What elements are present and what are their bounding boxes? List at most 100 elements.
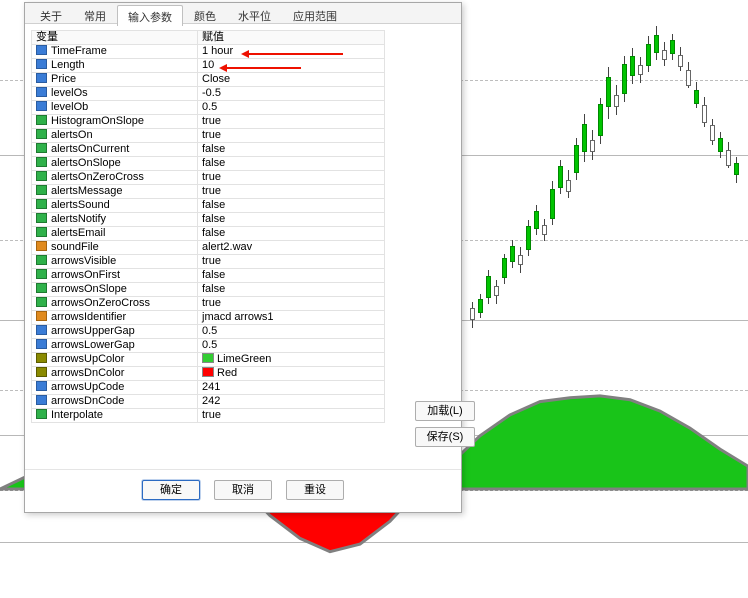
param-value[interactable]: true <box>198 129 385 143</box>
ok-button[interactable]: 确定 <box>142 480 200 500</box>
type-icon <box>36 283 47 293</box>
table-row[interactable]: Length10 <box>32 59 385 73</box>
tab-common[interactable]: 常用 <box>73 4 117 25</box>
type-icon <box>36 59 47 69</box>
type-icon <box>36 115 47 125</box>
param-value[interactable]: 242 <box>198 395 385 409</box>
table-row[interactable]: alertsOntrue <box>32 129 385 143</box>
param-value[interactable]: false <box>198 213 385 227</box>
param-value[interactable]: false <box>198 227 385 241</box>
param-value[interactable]: true <box>198 171 385 185</box>
save-button[interactable]: 保存(S) <box>415 427 475 447</box>
tab-bar: 关于 常用 输入参数 颜色 水平位 应用范围 <box>25 3 461 24</box>
param-value[interactable]: alert2.wav <box>198 241 385 255</box>
param-value[interactable]: 0.5 <box>198 339 385 353</box>
tab-colors[interactable]: 颜色 <box>183 4 227 25</box>
indicator-properties-dialog: 关于 常用 输入参数 颜色 水平位 应用范围 变量 赋值 TimeFrame1 … <box>24 2 462 513</box>
table-row[interactable]: alertsSoundfalse <box>32 199 385 213</box>
tab-inputs[interactable]: 输入参数 <box>117 5 183 26</box>
param-value[interactable]: false <box>198 283 385 297</box>
param-name: arrowsDnColor <box>32 367 198 381</box>
tab-levels[interactable]: 水平位 <box>227 4 282 25</box>
type-icon <box>36 171 47 181</box>
param-name: alertsEmail <box>32 227 198 241</box>
param-value[interactable]: false <box>198 199 385 213</box>
param-value[interactable]: true <box>198 297 385 311</box>
param-value[interactable]: LimeGreen <box>198 353 385 367</box>
table-row[interactable]: PriceClose <box>32 73 385 87</box>
param-value[interactable]: Close <box>198 73 385 87</box>
param-name: soundFile <box>32 241 198 255</box>
table-row[interactable]: soundFilealert2.wav <box>32 241 385 255</box>
table-row[interactable]: arrowsVisibletrue <box>32 255 385 269</box>
param-value[interactable]: 0.5 <box>198 325 385 339</box>
param-value[interactable]: true <box>198 255 385 269</box>
param-name: Price <box>32 73 198 87</box>
table-row[interactable]: arrowsOnSlopefalse <box>32 283 385 297</box>
table-row[interactable]: arrowsOnFirstfalse <box>32 269 385 283</box>
table-row[interactable]: arrowsOnZeroCrosstrue <box>32 297 385 311</box>
table-row[interactable]: arrowsDnCode242 <box>32 395 385 409</box>
param-value[interactable]: true <box>198 115 385 129</box>
reset-button[interactable]: 重设 <box>286 480 344 500</box>
type-icon <box>36 269 47 279</box>
tab-scope[interactable]: 应用范围 <box>282 4 348 25</box>
param-name: arrowsUpColor <box>32 353 198 367</box>
param-name: arrowsLowerGap <box>32 339 198 353</box>
table-row[interactable]: arrowsDnColorRed <box>32 367 385 381</box>
param-value[interactable]: 1 hour <box>198 45 385 59</box>
type-icon <box>36 241 47 251</box>
table-row[interactable]: HistogramOnSlopetrue <box>32 115 385 129</box>
param-name: arrowsUpperGap <box>32 325 198 339</box>
param-value[interactable]: false <box>198 269 385 283</box>
table-row[interactable]: alertsOnSlopefalse <box>32 157 385 171</box>
annotation-arrow <box>221 67 301 69</box>
param-name: TimeFrame <box>32 45 198 59</box>
col-value[interactable]: 赋值 <box>198 31 385 45</box>
param-value[interactable]: -0.5 <box>198 87 385 101</box>
cancel-button[interactable]: 取消 <box>214 480 272 500</box>
table-row[interactable]: alertsOnZeroCrosstrue <box>32 171 385 185</box>
param-value[interactable]: Red <box>198 367 385 381</box>
type-icon <box>36 213 47 223</box>
param-value[interactable]: true <box>198 185 385 199</box>
param-value[interactable]: jmacd arrows1 <box>198 311 385 325</box>
type-icon <box>36 73 47 83</box>
parameters-grid[interactable]: 变量 赋值 TimeFrame1 hourLength10PriceClosel… <box>31 30 385 423</box>
type-icon <box>36 381 47 391</box>
param-value[interactable]: true <box>198 409 385 423</box>
param-name: arrowsOnSlope <box>32 283 198 297</box>
table-row[interactable]: alertsOnCurrentfalse <box>32 143 385 157</box>
type-icon <box>36 255 47 265</box>
load-button[interactable]: 加载(L) <box>415 401 475 421</box>
table-row[interactable]: TimeFrame1 hour <box>32 45 385 59</box>
param-value[interactable]: 241 <box>198 381 385 395</box>
table-row[interactable]: arrowsUpperGap0.5 <box>32 325 385 339</box>
tab-about[interactable]: 关于 <box>29 4 73 25</box>
table-row[interactable]: alertsMessagetrue <box>32 185 385 199</box>
type-icon <box>36 227 47 237</box>
param-name: arrowsOnZeroCross <box>32 297 198 311</box>
table-row[interactable]: alertsEmailfalse <box>32 227 385 241</box>
type-icon <box>36 157 47 167</box>
table-row[interactable]: arrowsUpColorLimeGreen <box>32 353 385 367</box>
table-row[interactable]: arrowsIdentifierjmacd arrows1 <box>32 311 385 325</box>
type-icon <box>36 297 47 307</box>
type-icon <box>36 87 47 97</box>
table-row[interactable]: arrowsUpCode241 <box>32 381 385 395</box>
color-swatch <box>202 367 214 377</box>
table-row[interactable]: Interpolatetrue <box>32 409 385 423</box>
col-name[interactable]: 变量 <box>32 31 198 45</box>
table-row[interactable]: arrowsLowerGap0.5 <box>32 339 385 353</box>
table-row[interactable]: levelOs-0.5 <box>32 87 385 101</box>
param-value[interactable]: false <box>198 143 385 157</box>
param-name: alertsOnSlope <box>32 157 198 171</box>
param-name: Interpolate <box>32 409 198 423</box>
param-name: levelOs <box>32 87 198 101</box>
param-name: HistogramOnSlope <box>32 115 198 129</box>
param-value[interactable]: 0.5 <box>198 101 385 115</box>
table-row[interactable]: levelOb0.5 <box>32 101 385 115</box>
param-value[interactable]: false <box>198 157 385 171</box>
table-row[interactable]: alertsNotifyfalse <box>32 213 385 227</box>
type-icon <box>36 199 47 209</box>
